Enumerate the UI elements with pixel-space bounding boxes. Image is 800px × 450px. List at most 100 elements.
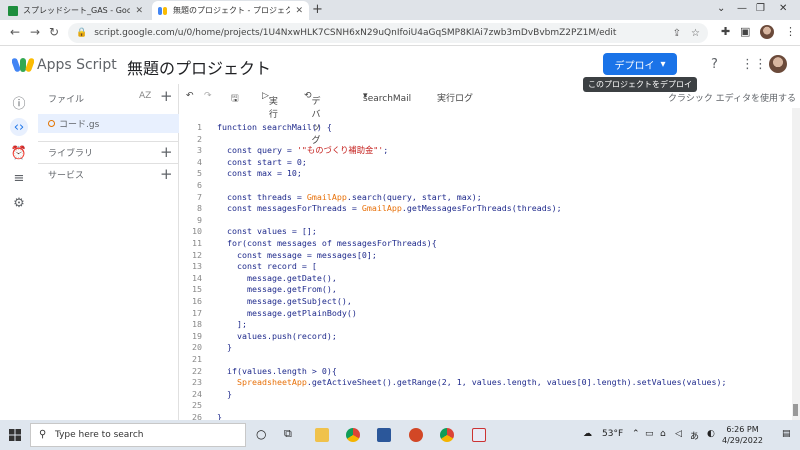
code-line[interactable]: 25 [180,400,780,411]
files-panel: ファイル AZ + コード.gs ライブラリ + サービス + [38,84,179,420]
editor-scrollbar[interactable] [792,108,800,420]
share-icon[interactable]: ⇪ [673,28,681,39]
sort-az-icon[interactable]: AZ [139,91,151,101]
ime-indicator[interactable]: あ [690,429,699,442]
code-line[interactable]: 2 [180,134,780,145]
chevron-down-icon[interactable]: ⌄ [717,3,725,14]
chrome-icon[interactable] [440,428,454,442]
project-title[interactable]: 無題のプロジェクト [127,55,271,79]
windows-start-icon[interactable] [9,429,21,441]
redo-icon[interactable]: ↷ [204,91,212,101]
file-explorer-icon[interactable] [315,428,329,442]
run-button[interactable]: ▷ 実行 [262,91,278,120]
editor-toolbar: ↶ ↷ 🖫 ▷ 実行 ⟲ デバッグ searchMail ▾ 実行ログ クラシッ… [180,88,800,146]
code-line[interactable]: 13 const record = [ [180,261,780,272]
code-text: message.getPlainBody() [217,307,357,318]
minimize-icon[interactable]: — [737,3,747,14]
run-label: 実行 [268,97,278,120]
line-number: 20 [192,342,202,353]
snipping-tool-icon[interactable] [472,428,486,442]
code-line[interactable]: 9 [180,215,780,226]
restore-icon[interactable]: ❐ [756,3,765,14]
chrome-icon[interactable] [346,428,360,442]
code-text: const max = 10; [217,168,302,179]
add-library-icon[interactable]: + [160,145,173,160]
code-line[interactable]: 17 message.getPlainBody() [180,308,780,319]
code-line[interactable]: 7 const threads = GmailApp.search(query,… [180,192,780,203]
undo-icon[interactable]: ↶ [186,91,194,101]
code-line[interactable]: 21 [180,354,780,365]
settings-gear-icon[interactable]: ⚙ [10,194,28,212]
triggers-clock-icon[interactable]: ⏰ [10,144,28,162]
file-item-code-gs[interactable]: コード.gs [38,114,179,133]
code-text: const threads = GmailApp.search(query, s… [217,191,482,202]
taskbar-search-input[interactable]: Type here to search [30,423,246,447]
line-number: 9 [197,214,202,225]
code-line[interactable]: 15 message.getFrom(), [180,284,780,295]
executions-list-icon[interactable]: ≡ [10,169,28,187]
word-icon[interactable] [377,428,391,442]
volume-icon[interactable]: ◁ [675,429,682,439]
save-icon[interactable]: 🖫 [231,91,239,107]
code-line[interactable]: 4 const start = 0; [180,157,780,168]
address-bar[interactable]: 🔒 script.google.com/u/0/home/projects/1U… [68,23,708,43]
editor-code-icon[interactable]: ‹› [10,118,28,136]
classic-editor-link[interactable]: クラシック エディタを使用する [668,91,796,104]
profile-avatar[interactable] [760,25,774,39]
code-line[interactable]: 6 [180,180,780,191]
code-editor[interactable]: 1 function searchMail() {2 3 const query =… [180,122,792,422]
code-line[interactable]: 11 for(const messages of messagesForThre… [180,238,780,249]
weather-icon[interactable]: ☁ [583,429,592,439]
close-window-icon[interactable]: ✕ [779,3,787,14]
code-line[interactable]: 16 message.getSubject(), [180,296,780,307]
powerpoint-icon[interactable] [409,428,423,442]
help-icon[interactable]: ? [711,57,718,72]
notifications-icon[interactable]: ▤ [782,429,791,439]
deploy-button[interactable]: デプロイ ▾ [603,53,677,75]
code-line[interactable]: 20 } [180,342,780,353]
reload-icon[interactable]: ↻ [49,25,59,39]
execution-log-button[interactable]: 実行ログ [437,91,473,104]
code-line[interactable]: 5 const max = 10; [180,168,780,179]
tab-apps-script[interactable]: 無題のプロジェクト - プロジェクト編集 ✕ [152,1,309,20]
close-icon[interactable]: ✕ [295,6,303,16]
battery-icon[interactable]: ▭ [645,429,654,439]
code-line[interactable]: 19 values.push(record); [180,331,780,342]
extensions-icon[interactable]: ✚ [721,25,730,38]
more-menu-icon[interactable]: ⋮ [785,25,796,38]
code-line[interactable]: 24 } [180,389,780,400]
network-icon[interactable]: ⌂ [660,429,666,439]
cortana-icon[interactable]: ○ [256,427,266,441]
forward-icon[interactable]: → [30,25,40,39]
scrollbar-thumb[interactable] [793,404,798,416]
add-service-icon[interactable]: + [160,167,173,182]
code-line[interactable]: 12 const message = messages[0]; [180,250,780,261]
close-icon[interactable]: ✕ [135,6,143,16]
debug-button[interactable]: ⟲ デバッグ [304,91,321,146]
ime-mode-icon[interactable]: ◐ [707,429,715,439]
tray-chevron-icon[interactable]: ⌃ [632,429,640,439]
code-line[interactable]: 10 const values = []; [180,226,780,237]
task-view-icon[interactable]: ⧉ [284,427,292,441]
apps-grid-icon[interactable]: ⋮⋮ [741,57,767,72]
temperature[interactable]: 53°F [602,429,623,439]
back-icon[interactable]: ← [10,25,20,39]
tab-spreadsheet[interactable]: スプレッドシート_GAS - Google スプレ ✕ [2,1,149,20]
code-line[interactable]: 22 if(values.length > 0){ [180,366,780,377]
code-line[interactable]: 8 const messagesForThreads = GmailApp.ge… [180,203,780,214]
section-libraries[interactable]: ライブラリ + [38,141,179,163]
new-tab-icon[interactable]: + [312,2,323,17]
code-line[interactable]: 14 message.getDate(), [180,273,780,284]
add-file-icon[interactable]: + [160,89,173,104]
code-line[interactable]: 1 function searchMail() { [180,122,780,133]
code-line[interactable]: 18 ]; [180,319,780,330]
side-panel-icon[interactable]: ▣ [740,25,750,38]
bookmark-star-icon[interactable]: ☆ [691,28,700,39]
code-line[interactable]: 3 const query = '"ものづくり補助金"'; [180,145,780,156]
function-select[interactable]: searchMail ▾ [363,91,411,104]
info-icon[interactable]: ⓘ [10,93,28,112]
code-line[interactable]: 23 SpreadsheetApp.getActiveSheet().getRa… [180,377,780,388]
section-services[interactable]: サービス + [38,163,179,185]
clock[interactable]: 6:26 PM 4/29/2022 [722,424,763,446]
account-avatar[interactable] [769,55,787,73]
